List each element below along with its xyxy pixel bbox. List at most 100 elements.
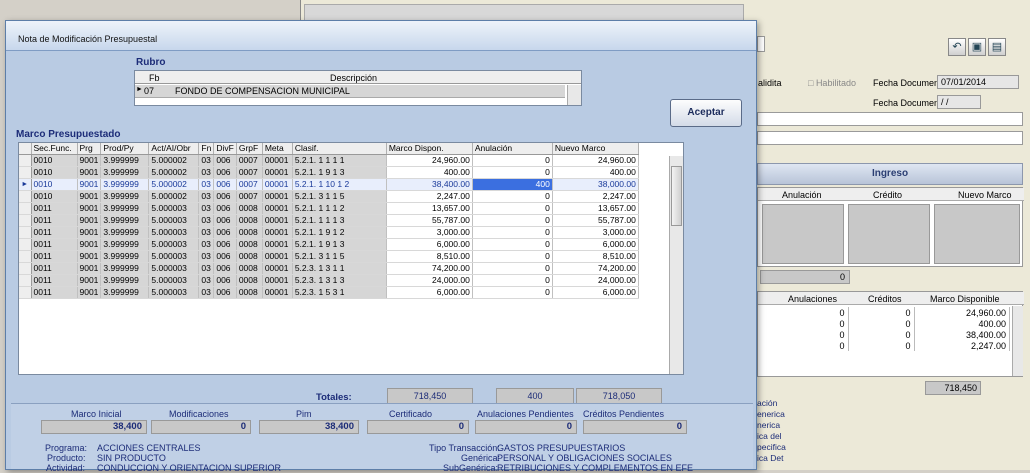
undo-icon[interactable]: ↶ (948, 38, 966, 56)
save-icon[interactable]: ▣ (968, 38, 986, 56)
scrollbar-thumb[interactable] (671, 166, 682, 226)
cell-sec: 0011 (31, 262, 78, 275)
col-prg[interactable]: Prg (77, 143, 102, 155)
row-indicator[interactable] (19, 274, 32, 287)
cell-anul[interactable]: 0 (472, 262, 553, 275)
cell-divf: 006 (213, 250, 237, 263)
marco-disponible-scrollbar[interactable] (1012, 306, 1023, 376)
table-row[interactable]: 0011 9001 3.999999 5.000003 03 006 0008 00001 5.… (19, 202, 639, 215)
row-indicator[interactable] (19, 166, 32, 179)
cell-prg: 9001 (77, 166, 102, 179)
table-row[interactable]: ► 0010 9001 3.999999 5.000002 03 006 0007 00001 5… (19, 178, 639, 191)
col-prod-py[interactable]: Prod/Py (100, 143, 150, 155)
col-divf[interactable]: DivF (213, 143, 237, 155)
pim-label: Pim (296, 409, 312, 419)
table-header: Sec.Func. Prg Prod/Py Act/AI/Obr Fn DivF… (19, 143, 639, 155)
row-indicator[interactable] (19, 202, 32, 215)
habilitado-checkbox[interactable]: □ Habilitado (808, 78, 856, 88)
col-act-ai-obr[interactable]: Act/AI/Obr (148, 143, 200, 155)
cell-fn: 03 (198, 262, 215, 275)
rubro-fb-value: 07 (144, 86, 155, 96)
ingreso-col-nuevo-marco: Nuevo Marco (958, 190, 1012, 200)
creditos-pendientes-value: 0 (583, 420, 687, 434)
table-row[interactable]: 0 0 24,960.00 (760, 307, 1010, 318)
row-indicator[interactable] (19, 214, 32, 227)
cell-clasif: 5.2.1. 1 1 1 3 (292, 214, 387, 227)
background-input-row[interactable] (757, 131, 1023, 145)
cell-meta: 00001 (262, 238, 293, 251)
table-row[interactable]: 0010 9001 3.999999 5.000002 03 006 0007 00001 5.… (19, 190, 639, 203)
col-nuevo-marco[interactable]: Nuevo Marco (552, 143, 639, 155)
col-fn[interactable]: Fn (198, 143, 215, 155)
cell-sec: 0011 (31, 202, 78, 215)
col-clasif[interactable]: Clasif. (292, 143, 387, 155)
cell-nuevo: 400.00 (552, 166, 639, 179)
cell-divf: 006 (213, 178, 237, 191)
table-row[interactable]: 0010 9001 3.999999 5.000002 03 006 0007 00001 5.… (19, 154, 639, 167)
rubro-row[interactable]: ► 07 FONDO DE COMPENSACION MUNICIPAL (135, 85, 565, 98)
aceptar-button[interactable]: Aceptar (670, 99, 742, 127)
cell-clasif: 5.2.1. 1 1 1 1 (292, 154, 387, 167)
fecha-documento-field[interactable]: 07/01/2014 (937, 75, 1019, 89)
tipo-transaccion-label: Tipo Transacción: (429, 443, 500, 453)
table-row[interactable]: 0011 9001 3.999999 5.000003 03 006 0008 00001 5.… (19, 250, 639, 263)
cell-meta: 00001 (262, 154, 293, 167)
table-row[interactable]: 0 0 2,247.00 (760, 340, 1010, 351)
rubro-scrollbar[interactable] (567, 85, 581, 105)
cell-anul[interactable]: 0 (472, 214, 553, 227)
cell-anul[interactable]: 0 (472, 286, 553, 299)
cell-grpf: 0008 (236, 250, 263, 263)
col-meta[interactable]: Meta (262, 143, 293, 155)
cell-nuevo: 55,787.00 (552, 214, 639, 227)
subgenerica-value: RETRIBUCIONES Y COMPLEMENTOS EN EFE (497, 463, 694, 473)
open-icon[interactable]: ▤ (988, 38, 1006, 56)
table-row[interactable]: 0011 9001 3.999999 5.000003 03 006 0008 00001 5.… (19, 274, 639, 287)
fecha-documento2-field[interactable]: / / (937, 95, 981, 109)
cell-anul[interactable]: 0 (472, 226, 553, 239)
cell-prod: 3.999999 (100, 250, 150, 263)
cell-marco: 8,510.00 (386, 250, 473, 263)
row-indicator[interactable] (19, 286, 32, 299)
cell-sec: 0010 (31, 190, 78, 203)
col-sec-func[interactable]: Sec.Func. (31, 143, 78, 155)
row-indicator[interactable] (19, 250, 32, 263)
cell-prg: 9001 (77, 274, 102, 287)
cell-marco: 400.00 (386, 166, 473, 179)
table-row[interactable]: 0011 9001 3.999999 5.000003 03 006 0008 00001 5.… (19, 262, 639, 275)
cell-anul[interactable]: 0 (472, 274, 553, 287)
cell-anul[interactable]: 0 (472, 202, 553, 215)
table-row[interactable]: 0011 9001 3.999999 5.000003 03 006 0008 00001 5.… (19, 214, 639, 227)
row-indicator[interactable] (19, 238, 32, 251)
table-row[interactable]: 0011 9001 3.999999 5.000003 03 006 0008 00001 5.… (19, 226, 639, 239)
cell-anul[interactable]: 0 (472, 238, 553, 251)
habilitado-text: alidita (758, 78, 782, 88)
marco-grid-scrollbar[interactable] (669, 156, 683, 374)
marco-inicial-value: 38,400 (41, 420, 147, 434)
cell-sec: 0010 (31, 154, 78, 167)
col-grpf[interactable]: GrpF (236, 143, 263, 155)
row-indicator[interactable] (19, 262, 32, 275)
table-row[interactable]: 0011 9001 3.999999 5.000003 03 006 0008 00001 5.… (19, 286, 639, 299)
cell-clasif: 5.2.1. 1 10 1 2 (292, 178, 387, 191)
cell-anul[interactable]: 0 (472, 166, 553, 179)
cell-anul[interactable]: 400 (472, 178, 553, 191)
cell-anul[interactable]: 0 (472, 154, 553, 167)
table-row[interactable]: 0 0 38,400.00 (760, 329, 1010, 340)
cell-anul[interactable]: 0 (472, 250, 553, 263)
marco-table: Sec.Func. Prg Prod/Py Act/AI/Obr Fn DivF… (19, 143, 639, 299)
row-indicator[interactable] (19, 226, 32, 239)
cell-divf: 006 (213, 190, 237, 203)
row-pointer-icon[interactable]: ► (19, 178, 32, 191)
col-anulacion[interactable]: Anulación (472, 143, 553, 155)
table-row[interactable]: 0011 9001 3.999999 5.000003 03 006 0008 00001 5.… (19, 238, 639, 251)
certificado-value: 0 (367, 420, 469, 434)
background-input-row[interactable] (757, 112, 1023, 126)
row-indicator[interactable] (19, 154, 32, 167)
col-marco-dispon[interactable]: Marco Dispon. (386, 143, 473, 155)
table-row[interactable]: 0 0 400.00 (760, 318, 1010, 329)
cell-nuevo: 6,000.00 (552, 286, 639, 299)
cell-anul[interactable]: 0 (472, 190, 553, 203)
table-row[interactable]: 0010 9001 3.999999 5.000002 03 006 0007 00001 5.… (19, 166, 639, 179)
row-indicator[interactable] (19, 190, 32, 203)
col-creditos: Créditos (868, 294, 902, 304)
